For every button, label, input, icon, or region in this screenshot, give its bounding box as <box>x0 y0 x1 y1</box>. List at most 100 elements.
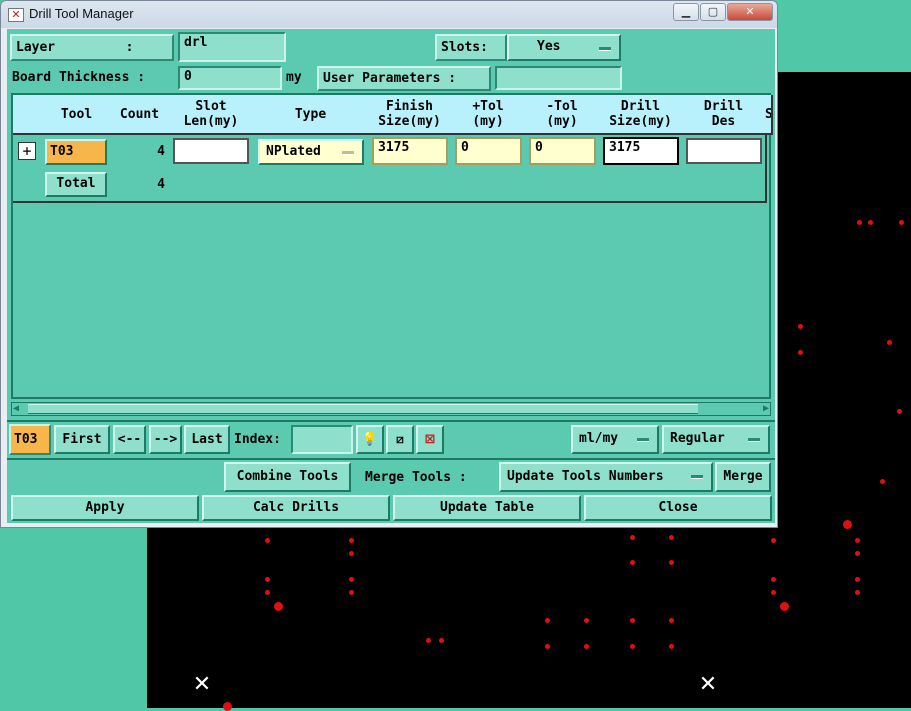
drill-hit <box>771 590 776 595</box>
type-value: NPlated <box>266 144 321 159</box>
column-header-drill-des[interactable]: Drill Des <box>682 95 767 135</box>
update-tools-numbers-option-menu[interactable]: Update Tools Numbers <box>499 462 713 492</box>
drill-hit <box>798 350 803 355</box>
drill-hit <box>887 340 892 345</box>
column-header-tool[interactable]: Tool <box>43 95 112 135</box>
board-thickness-field[interactable]: 0 <box>178 66 282 90</box>
column-header-count[interactable]: Count <box>110 95 171 135</box>
app-icon: ✕ <box>8 8 24 22</box>
slots-option-menu[interactable]: Yes <box>507 34 621 61</box>
canvas-border <box>0 520 147 708</box>
mode-value: Regular <box>670 431 725 446</box>
drill-hit <box>855 551 860 556</box>
drill-hit <box>223 702 232 711</box>
scrollbar-thumb[interactable] <box>28 404 698 414</box>
drill-hit <box>630 535 635 540</box>
drill-tool-manager-window: ✕ Drill Tool Manager ▁ ▢ ✕ Layer : drl S… <box>0 0 778 528</box>
merge-button[interactable]: Merge <box>715 462 771 492</box>
slot-len-field[interactable] <box>173 138 249 164</box>
first-button[interactable]: First <box>54 425 110 454</box>
units-value: ml/my <box>579 431 619 446</box>
column-header-minus-tol[interactable]: -Tol (my) <box>525 95 601 135</box>
finish-size-field[interactable]: 3175 <box>372 137 448 165</box>
drill-hit <box>584 644 589 649</box>
drill-hit <box>426 638 431 643</box>
delete-tool-icon[interactable]: ⊠ <box>416 425 444 454</box>
lightbulb-icon[interactable]: 💡 <box>356 425 384 454</box>
title-bar[interactable]: ✕ Drill Tool Manager ▁ ▢ ✕ <box>1 1 777 28</box>
expand-row-icon[interactable]: + <box>18 142 36 160</box>
total-count-cell: 4 <box>110 169 171 203</box>
column-header-plus-tol[interactable]: +Tol (my) <box>451 95 527 135</box>
table-cell <box>599 169 684 203</box>
column-header-type[interactable]: Type <box>253 95 370 135</box>
maximize-icon[interactable]: ▢ <box>700 3 726 21</box>
layer-field[interactable]: drl <box>178 32 286 62</box>
index-label: Index: <box>234 432 281 447</box>
index-field[interactable] <box>291 425 353 454</box>
drill-hit <box>857 220 862 225</box>
column-header-finish-size[interactable]: Finish Size(my) <box>368 95 453 135</box>
layer-label: Layer : <box>10 34 174 61</box>
drill-des-cell <box>682 135 767 171</box>
merge-tools-label: Merge Tools : <box>365 470 467 485</box>
next-button[interactable]: --> <box>149 425 182 454</box>
minus-tol-field[interactable]: 0 <box>529 137 596 165</box>
drill-hit <box>349 590 354 595</box>
option-indicator-icon <box>637 438 649 442</box>
total-count-value: 4 <box>157 177 165 192</box>
drill-hit <box>349 577 354 582</box>
drill-hit <box>630 560 635 565</box>
drill-hit <box>843 520 852 529</box>
tools-table: Tool Count Slot Len(my) Type Finish Size… <box>11 93 773 399</box>
calc-drills-button[interactable]: Calc Drills <box>202 495 390 521</box>
column-header-slot-len[interactable]: Slot Len(my) <box>169 95 255 135</box>
option-indicator-icon <box>342 151 354 155</box>
table-cell <box>525 169 601 203</box>
table-cell <box>682 169 767 203</box>
scroll-left-icon[interactable]: ◀ <box>13 403 19 415</box>
column-header-drill-size[interactable]: Drill Size(my) <box>599 95 684 135</box>
combine-tools-button[interactable]: Combine Tools <box>224 462 351 492</box>
slots-label: Slots: <box>435 34 507 61</box>
previous-button[interactable]: <-- <box>113 425 146 454</box>
update-tools-numbers-value: Update Tools Numbers <box>507 469 664 484</box>
drill-size-field[interactable]: 3175 <box>603 137 679 165</box>
table-cell <box>368 169 453 203</box>
drill-hit <box>630 644 635 649</box>
units-option-menu[interactable]: ml/my <box>571 425 659 454</box>
scroll-right-icon[interactable]: ▶ <box>763 403 769 415</box>
drill-hit <box>669 560 674 565</box>
minus-tol-cell: 0 <box>525 135 601 171</box>
horizontal-scrollbar[interactable]: ◀ ▶ <box>11 402 771 416</box>
row-select-cell: + <box>13 135 45 171</box>
select-tool-icon[interactable]: ⧄ <box>386 425 414 454</box>
board-thickness-label: Board Thickness : <box>12 70 146 85</box>
close-button[interactable]: Close <box>584 495 772 521</box>
minimize-icon[interactable]: ▁ <box>673 3 699 21</box>
update-table-button[interactable]: Update Table <box>393 495 581 521</box>
drill-hit <box>798 324 803 329</box>
option-indicator-icon <box>691 475 703 479</box>
close-icon[interactable]: ✕ <box>727 3 773 21</box>
plus-tol-field[interactable]: 0 <box>455 137 522 165</box>
type-option-menu[interactable]: NPlated <box>258 139 364 165</box>
board-thickness-unit: my <box>286 70 302 85</box>
drill-hit <box>669 644 674 649</box>
user-parameters-field[interactable] <box>495 66 622 90</box>
current-tool-label: T03 <box>9 424 51 455</box>
drill-hit <box>265 577 270 582</box>
apply-button[interactable]: Apply <box>11 495 199 521</box>
drill-hit <box>868 220 873 225</box>
drill-hit <box>771 538 776 543</box>
window-title: Drill Tool Manager <box>29 6 134 21</box>
mode-option-menu[interactable]: Regular <box>662 425 770 454</box>
total-label: Total <box>45 172 107 197</box>
tool-button[interactable]: T03 <box>45 139 107 165</box>
drill-hit <box>897 409 902 414</box>
user-parameters-button[interactable]: User Parameters : <box>317 66 491 91</box>
drill-des-field[interactable] <box>686 138 762 164</box>
last-button[interactable]: Last <box>184 425 230 454</box>
drill-hit <box>265 590 270 595</box>
total-label-cell: Total <box>43 169 112 203</box>
